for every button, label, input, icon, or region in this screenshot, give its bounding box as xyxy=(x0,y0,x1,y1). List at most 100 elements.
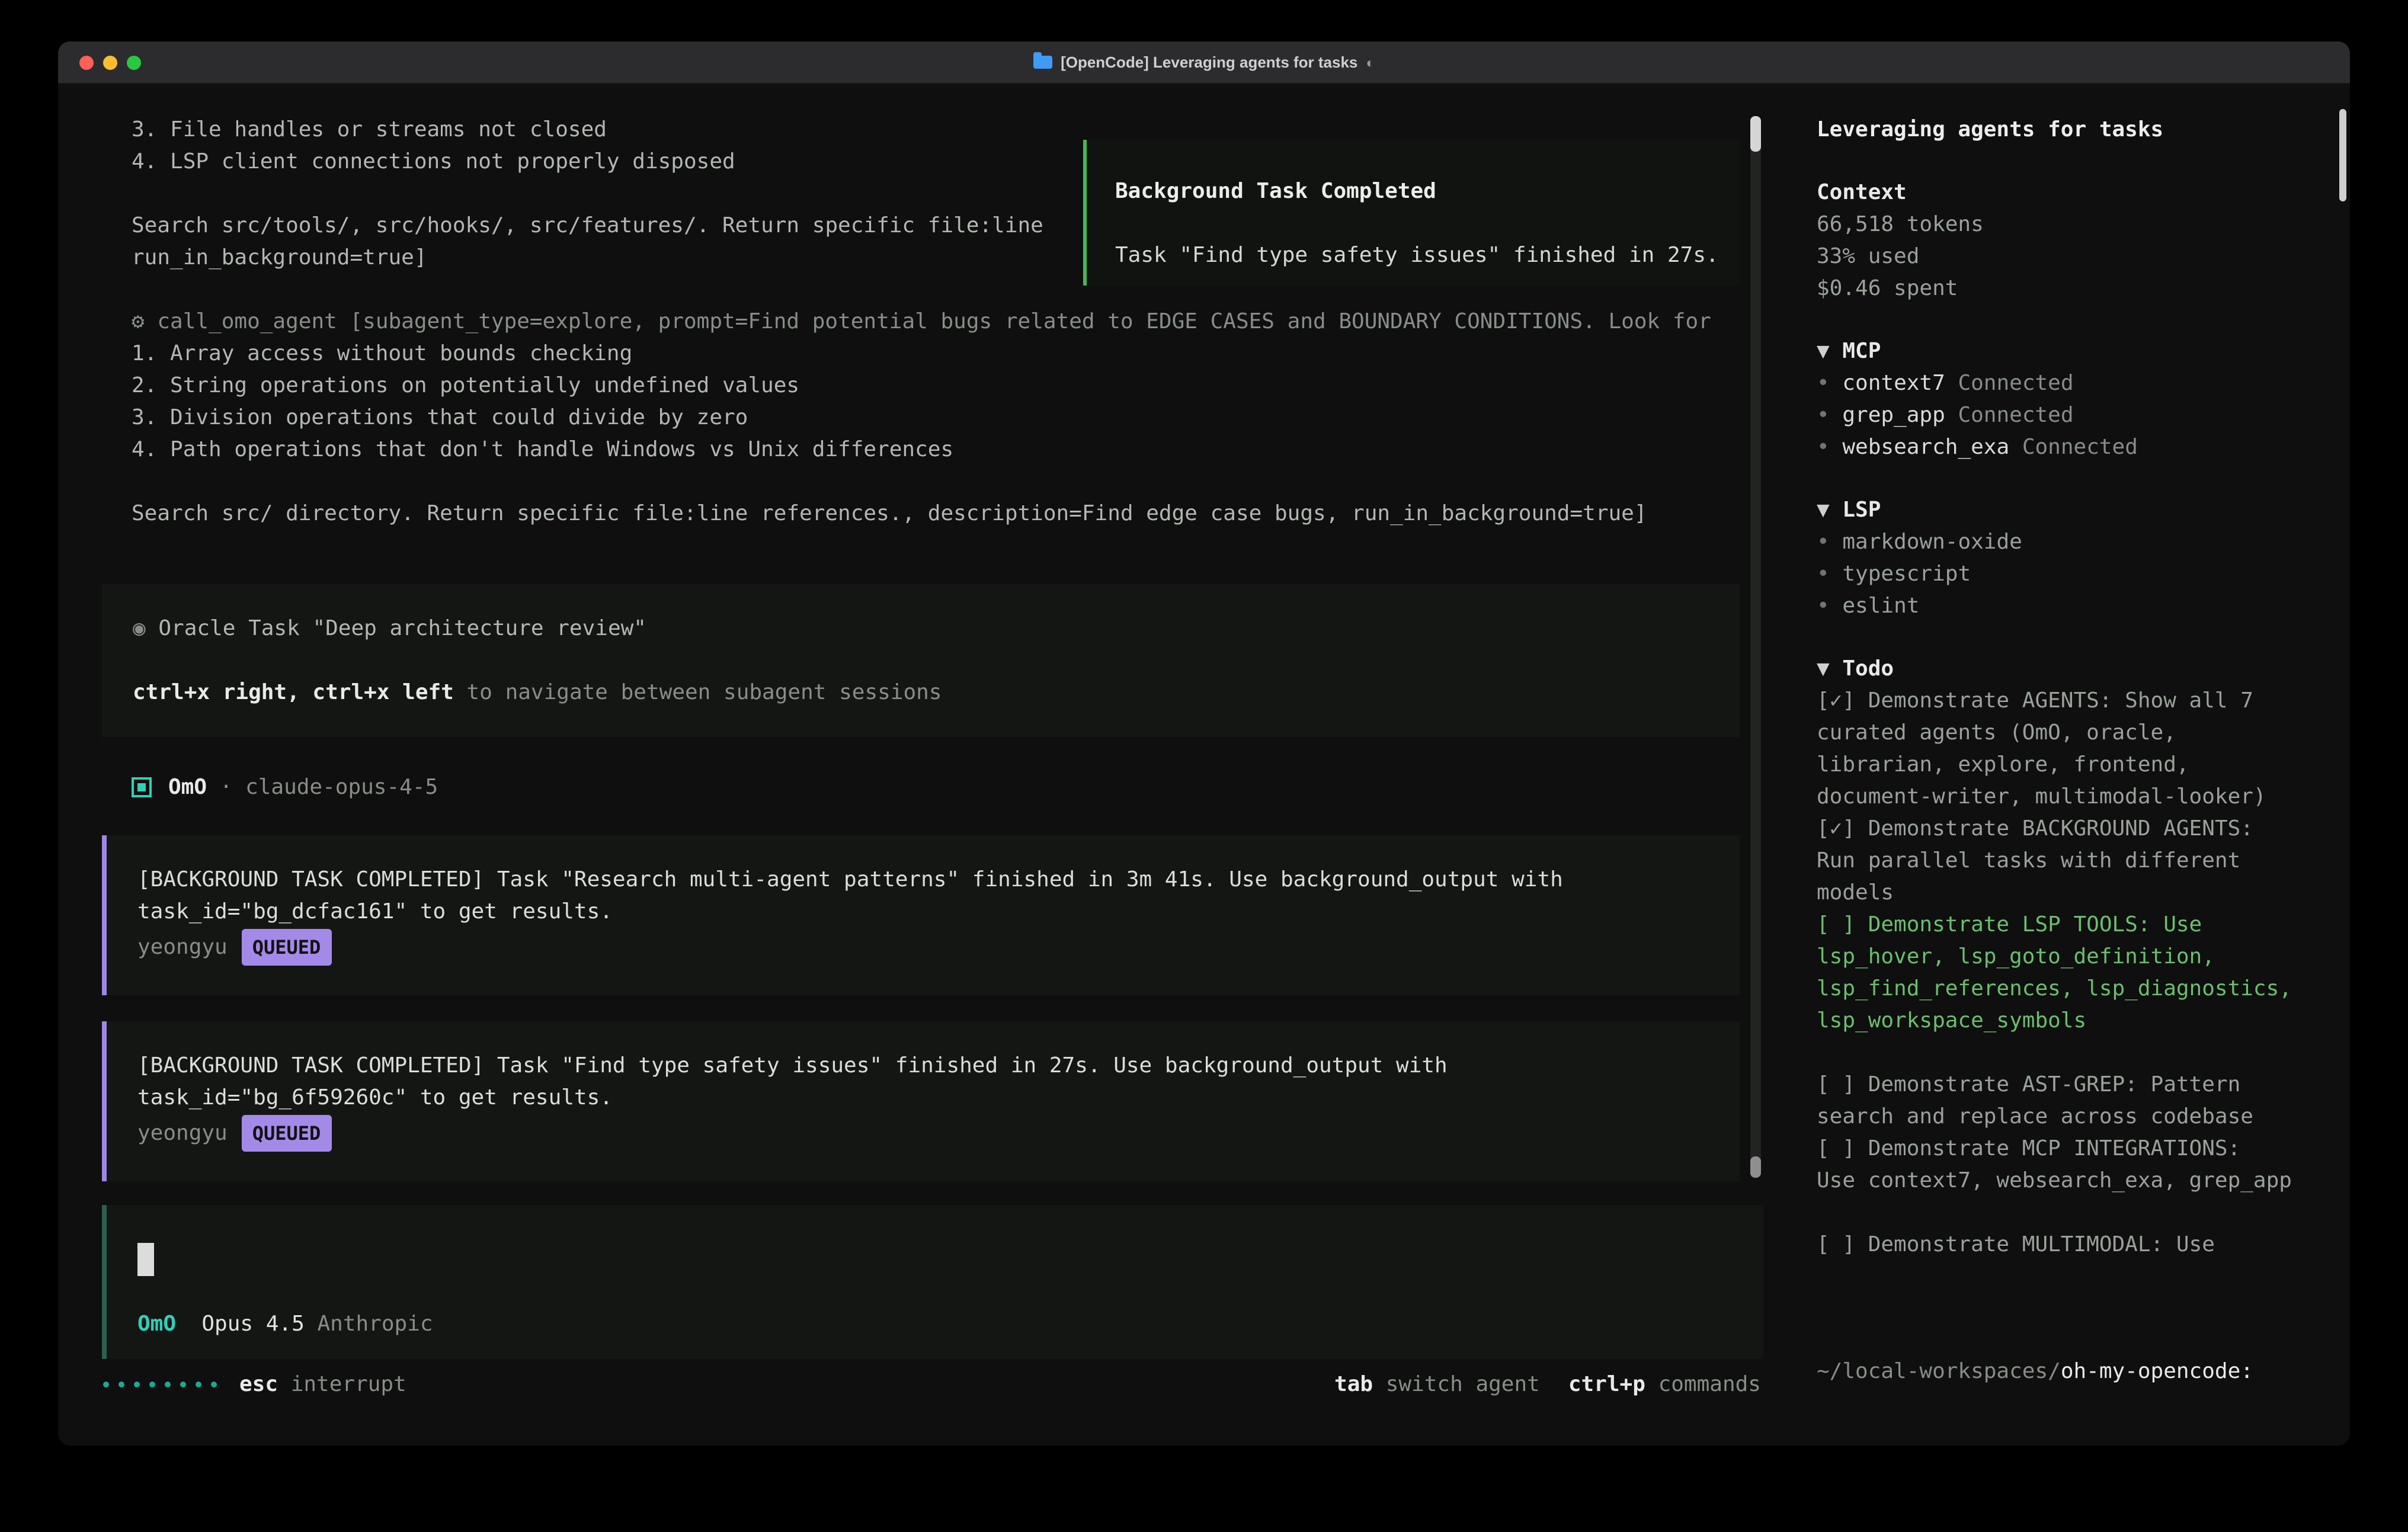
message-block: [BACKGROUND TASK COMPLETED] Task "Resear… xyxy=(102,835,1740,995)
esc-key-hint: esc xyxy=(239,1372,278,1397)
message-text: task_id="bg_dcfac161" to get results. xyxy=(137,896,1709,928)
oracle-icon: ◉ xyxy=(133,616,146,641)
main-scrollbar[interactable] xyxy=(1750,116,1761,1178)
bullet-icon: • xyxy=(1817,435,1842,460)
screen: [OpenCode] Leveraging agents for tasks ◐… xyxy=(0,0,2408,1532)
folder-icon xyxy=(1033,56,1052,69)
window-title: [OpenCode] Leveraging agents for tasks xyxy=(1061,53,1357,71)
context-used: 33% used xyxy=(1817,241,2314,273)
agent-header: OmO · claude-opus-4-5 xyxy=(58,771,1792,803)
cmd-key-label: commands xyxy=(1645,1372,1761,1397)
scrollbar-thumb[interactable] xyxy=(1750,1156,1761,1178)
message-text: [BACKGROUND TASK COMPLETED] Task "Find t… xyxy=(137,1050,1709,1082)
input-agent: OmO xyxy=(137,1312,176,1337)
context-heading: Context xyxy=(1817,177,2314,209)
session-title: Leveraging agents for tasks xyxy=(1817,114,2314,146)
bullet-icon: • xyxy=(1817,594,1842,618)
agent-model: claude-opus-4-5 xyxy=(245,775,438,800)
mcp-item: • websearch_exa Connected xyxy=(1817,431,2314,463)
opencode-window: [OpenCode] Leveraging agents for tasks ◐… xyxy=(58,41,2350,1446)
message-author: yeongyu xyxy=(137,931,228,963)
content-area: 3. File handles or streams not closed 4.… xyxy=(58,84,2350,1446)
terminal-line: 3. Division operations that could divide… xyxy=(58,402,1792,434)
oracle-hint: ctrl+x right, ctrl+x left to navigate be… xyxy=(133,677,1709,709)
workspace-repo: oh-my-opencode: xyxy=(2061,1359,2253,1384)
notification-body: Task "Find type safety issues" finished … xyxy=(1115,239,1711,271)
terminal-line: 2. String operations on potentially unde… xyxy=(58,370,1792,402)
message-meta: yeongyu QUEUED xyxy=(137,928,1709,967)
chevron-down-icon: ▼ xyxy=(1817,656,1842,681)
gear-icon: ⚙ xyxy=(132,309,145,334)
todo-item: [ ] Demonstrate MULTIMODAL: Use xyxy=(1817,1229,2314,1261)
oracle-task-title: ◉ Oracle Task "Deep architecture review" xyxy=(133,613,1709,645)
status-bar: esc interrupt tab switch agent ctrl+p co… xyxy=(58,1368,1792,1400)
mcp-section: ▼ MCP • context7 Connected • grep_app Co… xyxy=(1817,335,2314,463)
titlebar: [OpenCode] Leveraging agents for tasks ◐ xyxy=(58,41,2350,84)
window-title-group: [OpenCode] Leveraging agents for tasks ◐ xyxy=(1033,53,1375,71)
lsp-item: • typescript xyxy=(1817,558,2314,590)
lsp-item: • eslint xyxy=(1817,590,2314,622)
notification-title: Background Task Completed xyxy=(1115,175,1711,207)
status-right: tab switch agent ctrl+p commands xyxy=(1334,1372,1761,1397)
minimize-button[interactable] xyxy=(103,55,117,69)
close-button[interactable] xyxy=(79,55,94,69)
status-badge: QUEUED xyxy=(242,1115,332,1152)
input-model: Opus 4.5 xyxy=(176,1312,317,1337)
status-badge: QUEUED xyxy=(242,929,332,966)
lsp-item: • markdown-oxide xyxy=(1817,526,2314,558)
zoom-button[interactable] xyxy=(127,55,141,69)
message-text: task_id="bg_6f59260c" to get results. xyxy=(137,1082,1709,1114)
terminal-pane: 3. File handles or streams not closed 4.… xyxy=(58,84,1792,1446)
agent-square-icon xyxy=(132,777,152,797)
traffic-lights xyxy=(79,41,141,83)
context-tokens: 66,518 tokens xyxy=(1817,209,2314,241)
todo-item: [✓] Demonstrate AGENTS: Show all 7 curat… xyxy=(1817,685,2314,813)
text-cursor xyxy=(137,1243,154,1276)
chevron-down-icon: ▼ xyxy=(1817,498,1842,523)
message-meta: yeongyu QUEUED xyxy=(137,1114,1709,1153)
sidebar: Leveraging agents for tasks Context 66,5… xyxy=(1792,84,2350,1446)
bullet-icon: • xyxy=(1817,403,1842,428)
todo-item: [ ] Demonstrate MCP INTEGRATIONS: Use co… xyxy=(1817,1133,2314,1197)
mcp-item: • context7 Connected xyxy=(1817,367,2314,399)
spinner-dots xyxy=(103,1382,217,1387)
esc-key-label: interrupt xyxy=(278,1372,406,1397)
tab-key-hint: tab xyxy=(1334,1372,1373,1397)
blank-line xyxy=(133,645,1709,677)
workspace-prefix: ~/local-workspaces/ xyxy=(1817,1359,2061,1384)
terminal-line: Search src/ directory. Return specific f… xyxy=(58,498,1792,530)
background-task-notification: Background Task Completed Task "Find typ… xyxy=(1083,140,1740,286)
mcp-item: • grep_app Connected xyxy=(1817,399,2314,431)
oracle-task-panel: ◉ Oracle Task "Deep architecture review"… xyxy=(102,584,1740,737)
input-model-info: OmO Opus 4.5 Anthropic xyxy=(137,1308,433,1340)
bullet-icon: • xyxy=(1817,530,1842,555)
todo-item: [✓] Demonstrate BACKGROUND AGENTS: Run p… xyxy=(1817,813,2314,909)
agent-name: OmO xyxy=(168,775,207,800)
message-text: [BACKGROUND TASK COMPLETED] Task "Resear… xyxy=(137,864,1709,896)
prompt-input[interactable]: OmO Opus 4.5 Anthropic xyxy=(102,1205,1763,1359)
sidebar-scrollbar-thumb[interactable] xyxy=(2339,109,2346,201)
message-block: [BACKGROUND TASK COMPLETED] Task "Find t… xyxy=(102,1021,1740,1181)
tool-call-line: ⚙ call_omo_agent [subagent_type=explore,… xyxy=(58,306,1792,338)
todo-section: ▼ Todo [✓] Demonstrate AGENTS: Show all … xyxy=(1817,653,2314,1261)
agent-separator: · xyxy=(207,775,245,800)
todo-item: [ ] Demonstrate LSP TOOLS: Use lsp_hover… xyxy=(1817,909,2314,1037)
scrollbar-thumb[interactable] xyxy=(1750,116,1761,152)
mcp-heading: ▼ MCP xyxy=(1817,335,2314,367)
lsp-section: ▼ LSP • markdown-oxide • typescript • es… xyxy=(1817,494,2314,622)
moon-icon: ◐ xyxy=(1366,54,1375,70)
terminal-line: 1. Array access without bounds checking xyxy=(58,338,1792,370)
bullet-icon: • xyxy=(1817,562,1842,586)
context-spent: $0.46 spent xyxy=(1817,273,2314,305)
tab-key-label: switch agent xyxy=(1373,1372,1540,1397)
workspace-path: ~/local-workspaces/oh-my-opencode: maste… xyxy=(1817,1291,2314,1446)
cmd-key-hint: ctrl+p xyxy=(1568,1372,1645,1397)
todo-heading: ▼ Todo xyxy=(1817,653,2314,685)
message-author: yeongyu xyxy=(137,1117,228,1149)
chevron-down-icon: ▼ xyxy=(1817,339,1842,364)
terminal-line: 4. Path operations that don't handle Win… xyxy=(58,434,1792,466)
status-left: esc interrupt xyxy=(103,1372,406,1397)
context-section: Context 66,518 tokens 33% used $0.46 spe… xyxy=(1817,177,2314,305)
lsp-heading: ▼ LSP xyxy=(1817,494,2314,526)
blank-line xyxy=(58,466,1792,498)
